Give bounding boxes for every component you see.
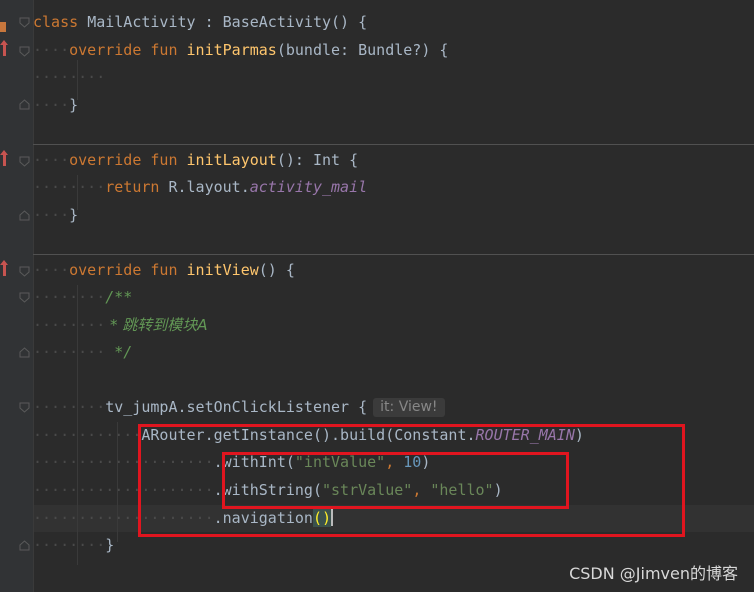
close-brace: } [69,206,79,224]
fold-expand-icon[interactable] [19,210,30,221]
keyword-override: override [69,151,142,169]
override-marker-icon[interactable] [0,40,8,56]
function-signature: (): Int { [276,151,359,169]
code-line-class-declaration[interactable]: class MailActivity : BaseActivity() { [33,9,367,36]
inner-highlight-box [222,452,569,509]
code-line-doc-text[interactable]: ········ * 跳转到模块A [33,312,208,339]
keyword-fun: fun [150,151,178,169]
code-line-close-brace[interactable]: ····} [33,202,78,229]
method-separator [33,144,754,145]
layout-reference: R.layout. [168,178,250,196]
code-line-initlayout[interactable]: ····override fun initLayout(): Int { [33,147,358,174]
keyword-override: override [69,41,142,59]
fold-expand-icon[interactable] [19,540,30,551]
listener-call: tv_jumpA.setOnClickListener { [105,398,368,416]
function-name: initParmas [186,41,277,59]
code-line-return[interactable]: ········return R.layout.activity_mail [33,174,367,201]
layout-name: activity_mail [249,178,368,196]
fold-collapse-icon[interactable] [19,402,30,413]
code-line-initview[interactable]: ····override fun initView() { [33,257,295,284]
code-line-doc-close[interactable]: ········ */ [33,339,132,366]
keyword-fun: fun [150,41,178,59]
code-line-initparmas[interactable]: ····override fun initParmas(bundle: Bund… [33,37,448,64]
fold-expand-icon[interactable] [19,99,30,110]
code-line-close-brace[interactable]: ········} [33,532,114,559]
override-marker-icon[interactable] [0,150,8,166]
doc-comment-open: /** [105,288,133,306]
keyword-return: return [105,178,160,196]
doc-comment-text: * 跳转到模块A [105,316,208,334]
keyword-fun: fun [150,261,178,279]
fold-collapse-icon[interactable] [19,156,30,167]
keyword-class: class [33,13,79,31]
fold-expand-icon[interactable] [19,347,30,358]
parameter-hint: it: View! [373,398,445,417]
code-line-listener[interactable]: ········tv_jumpA.setOnClickListener {it:… [33,394,445,421]
method-separator [33,254,754,255]
function-params: (bundle: Bundle?) { [276,41,449,59]
fold-collapse-icon[interactable] [19,46,30,57]
code-line-close-brace[interactable]: ····} [33,92,78,119]
function-signature: () { [258,261,295,279]
code-line-doc-open[interactable]: ········/** [33,284,132,311]
function-name: initView [186,261,259,279]
function-name: initLayout [186,151,277,169]
class-supertype: : BaseActivity() { [195,13,368,31]
code-line-empty[interactable]: ········ [33,64,105,91]
fold-collapse-icon[interactable] [19,292,30,303]
keyword-override: override [69,261,142,279]
class-name: MailActivity [87,13,196,31]
watermark: CSDN @Jimven的博客 [569,564,738,583]
bookmark-icon[interactable] [0,22,6,32]
fold-collapse-icon[interactable] [19,266,30,277]
fold-collapse-icon[interactable] [19,17,30,28]
override-marker-icon[interactable] [0,260,8,276]
close-brace: } [69,96,79,114]
doc-comment-close: */ [105,343,133,361]
close-brace: } [105,536,115,554]
